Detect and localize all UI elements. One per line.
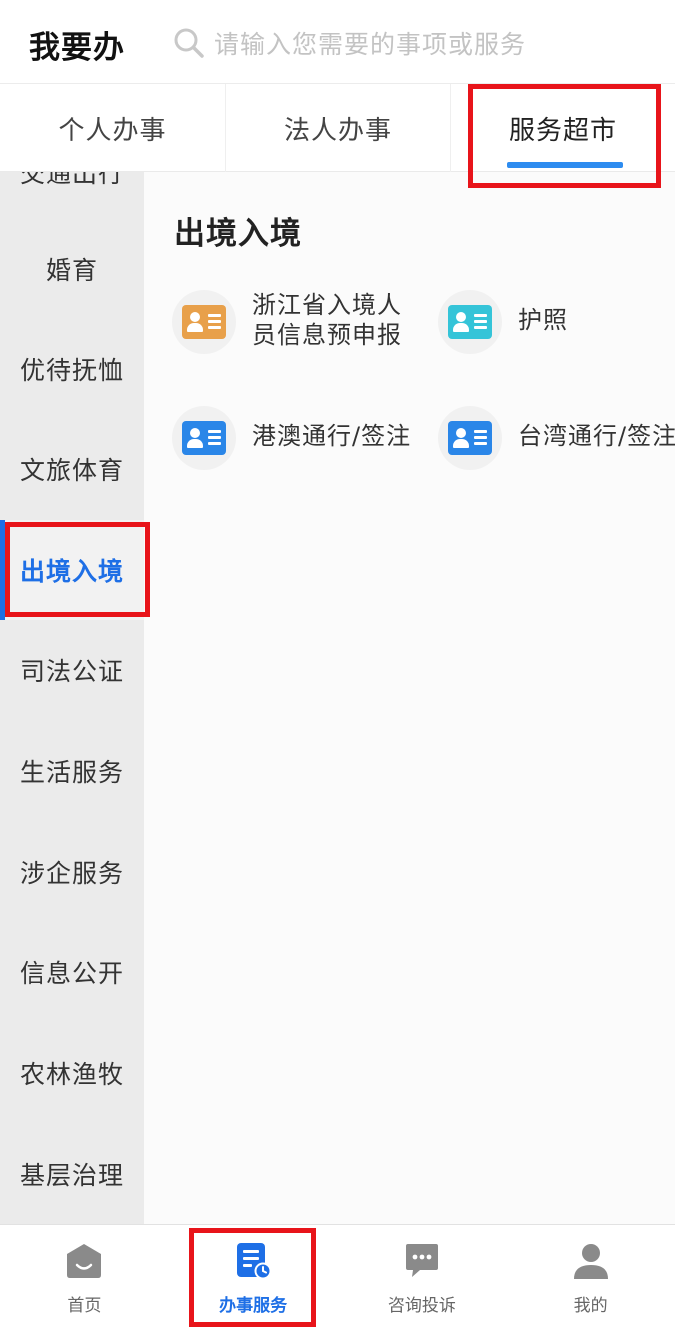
id-card-icon [182,305,226,339]
tab-legal-entity-affairs[interactable]: 法人办事 [225,84,450,172]
service-icon-wrap [172,406,236,470]
highlight-box-tab [468,84,661,188]
sidebar-item-enterprise-services[interactable]: 涉企服务 [0,822,144,922]
sidebar-item-life-services[interactable]: 生活服务 [0,721,144,821]
sidebar-item-label: 农林渔牧 [19,1060,124,1089]
sidebar-item-label: 信息公开 [19,959,124,988]
service-name: 港澳通行/签注 [252,422,412,450]
service-name: 浙江省入境人员信息预申报 [252,291,402,349]
service-name: 护照 [518,306,568,334]
home-icon [67,1244,102,1278]
service-content-panel: 出境入境 浙江省入境人员信息预申报 护照 港澳通行/签注 台湾通行/签注 [144,172,675,1224]
id-card-icon [182,421,226,455]
sidebar-item-partial[interactable]: 交通出行 [0,172,144,222]
sidebar-item-label: 基层治理 [19,1161,124,1190]
service-icon-wrap [438,406,502,470]
sidebar-item-preferential-care[interactable]: 优待抚恤 [0,319,144,419]
service-item-hk-macau-permit[interactable]: 港澳通行/签注 [172,396,422,476]
search-placeholder: 请输入您需要的事项或服务 [214,30,527,59]
search-bar[interactable]: 请输入您需要的事项或服务 [172,22,652,64]
page-title: 我要办 [29,30,125,66]
search-icon [174,28,204,58]
service-item-taiwan-permit[interactable]: 台湾通行/签注 [438,396,675,476]
sidebar-item-label: 涉企服务 [19,859,124,888]
tab-label: 法人办事 [283,115,392,146]
nav-consult-complaint[interactable]: 咨询投诉 [338,1225,507,1342]
tab-personal-affairs[interactable]: 个人办事 [0,84,225,172]
highlight-box-nav [189,1228,316,1327]
service-name: 台湾通行/签注 [518,422,675,450]
nav-label: 咨询投诉 [387,1296,456,1316]
section-title: 出境入境 [174,216,302,252]
service-item-passport[interactable]: 护照 [438,280,675,360]
sidebar-item-marriage-birth[interactable]: 婚育 [0,219,144,319]
service-item-entry-declaration[interactable]: 浙江省入境人员信息预申报 [172,280,422,360]
sidebar-item-grassroots-governance[interactable]: 基层治理 [0,1124,144,1224]
bottom-navigation: 首页 办事服务 咨询投诉 我的 [0,1224,675,1342]
sidebar-item-label: 婚育 [45,256,98,285]
service-icon-wrap [172,290,236,354]
user-icon [573,1244,608,1279]
sidebar-item-agriculture[interactable]: 农林渔牧 [0,1023,144,1123]
sidebar-item-label: 优待抚恤 [19,356,124,385]
highlight-box-sidebar [5,522,150,617]
nav-mine[interactable]: 我的 [506,1225,675,1342]
nav-home[interactable]: 首页 [0,1225,169,1342]
sidebar-item-label: 生活服务 [19,758,124,787]
nav-label: 我的 [573,1296,608,1316]
id-card-icon [448,305,492,339]
category-sidebar[interactable]: 交通出行 婚育 优待抚恤 文旅体育 出境入境 司法公证 生活服务 涉企服务 信息… [0,172,144,1224]
nav-label: 首页 [67,1296,102,1316]
service-icon-wrap [438,290,502,354]
sidebar-item-label: 交通出行 [19,172,124,188]
app-header: 我要办 请输入您需要的事项或服务 [0,0,675,84]
chat-bubble-icon [405,1244,438,1277]
id-card-icon [448,421,492,455]
sidebar-item-culture-sports[interactable]: 文旅体育 [0,419,144,519]
sidebar-item-info-disclosure[interactable]: 信息公开 [0,922,144,1022]
tab-label: 个人办事 [58,115,167,146]
sidebar-item-judicial-notary[interactable]: 司法公证 [0,620,144,720]
sidebar-item-label: 司法公证 [19,657,124,686]
sidebar-item-label: 文旅体育 [19,456,124,485]
